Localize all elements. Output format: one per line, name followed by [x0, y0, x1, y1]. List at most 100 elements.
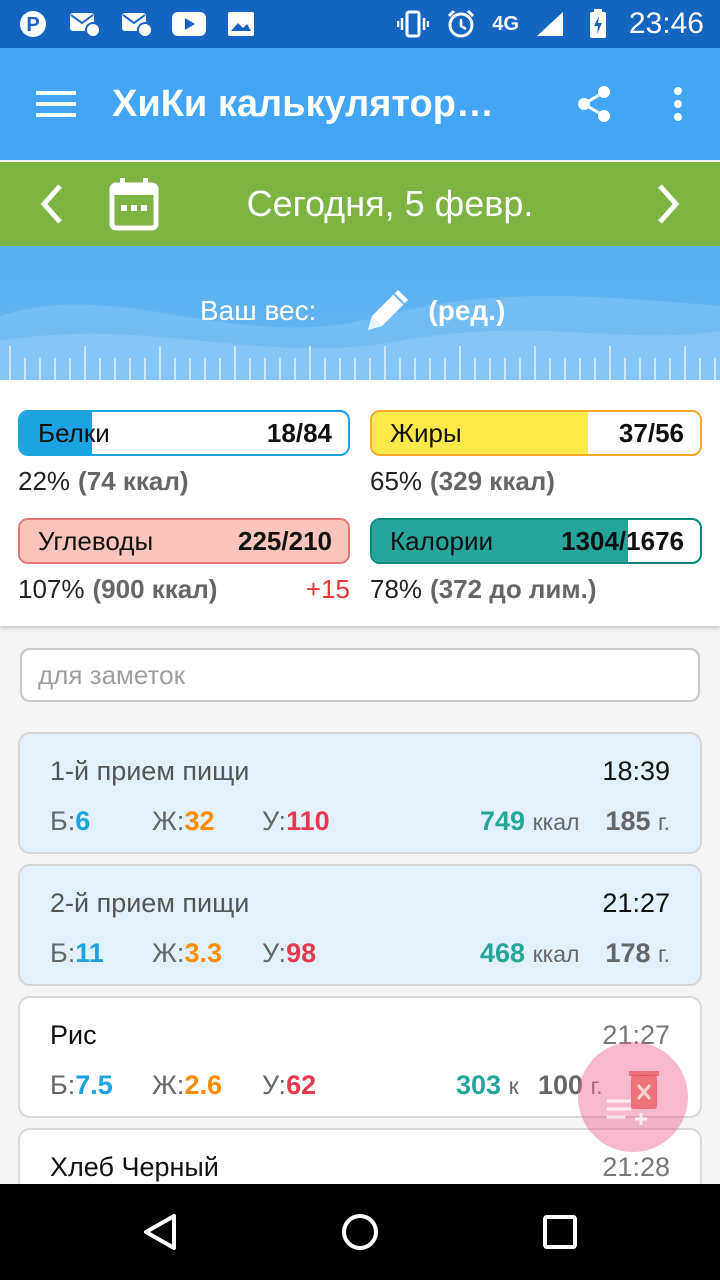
carbs-value: 225/210	[238, 526, 332, 556]
fat-label: Жиры	[390, 418, 462, 448]
carbs-label: Углеводы	[38, 526, 154, 556]
carbs-label: У:	[262, 1070, 287, 1100]
kcal-unit: ккал	[532, 809, 580, 835]
carbs-percent: 107%	[18, 574, 85, 604]
recents-button[interactable]	[520, 1192, 600, 1272]
carbs-label: У:	[262, 938, 287, 968]
protein-percent: 22%	[18, 466, 71, 496]
meal-title: 1-й прием пищи	[50, 756, 250, 786]
meal-time: 21:27	[602, 888, 670, 918]
meal-title: 2-й прием пищи	[50, 888, 250, 918]
battery-charging-icon	[581, 9, 615, 38]
system-nav-bar	[0, 1184, 720, 1280]
fat-amount: 32	[184, 806, 215, 836]
recents-icon	[543, 1215, 577, 1249]
food-time: 21:28	[602, 1152, 670, 1182]
share-button[interactable]	[552, 48, 636, 160]
calendar-icon	[109, 178, 159, 231]
grams-unit: г.	[658, 941, 670, 967]
carbs-kcal: (900 ккал)	[92, 574, 218, 604]
carbs-amount: 62	[286, 1070, 317, 1100]
menu-icon	[36, 91, 76, 117]
home-button[interactable]	[320, 1192, 400, 1272]
protein-value: 18/84	[266, 418, 332, 448]
calories-value: 1304/1676	[561, 526, 684, 556]
carbs-over-amount: +15	[305, 574, 350, 604]
macros-summary: Белки 18/84 22% (74 ккал) Жиры 37/56 65%…	[0, 380, 720, 626]
pencil-icon	[368, 290, 409, 330]
notes-input[interactable]	[20, 648, 700, 702]
home-icon	[342, 1214, 378, 1250]
previous-day-button[interactable]	[0, 162, 104, 246]
app-title: ХиКи калькулятор…	[112, 82, 494, 125]
fat-label: Ж:	[152, 1070, 185, 1100]
fat-amount: 3.3	[184, 938, 222, 968]
kcal-unit: ккал	[532, 941, 580, 967]
meal-nutrients: Б:11 Ж:3.3 У:98 468 ккал 178 г.	[50, 938, 670, 972]
meal-card[interactable]: 1-й прием пищи 18:39 Б:6 Ж:32 У:110 749 …	[18, 732, 702, 854]
grams-amount: 100	[538, 1070, 584, 1100]
kcal-amount: 468	[480, 938, 526, 968]
svg-text:P: P	[26, 14, 39, 36]
protein-macro[interactable]: Белки 18/84 22% (74 ккал)	[18, 410, 350, 497]
weight-panel: Ваш вес: (ред.)	[0, 246, 720, 380]
share-icon	[578, 86, 610, 122]
grams-amount: 185	[605, 806, 651, 836]
protein-label: Б:	[50, 806, 76, 836]
weight-row[interactable]: Ваш вес: (ред.)	[200, 284, 505, 338]
grams-unit: г.	[658, 809, 670, 835]
food-nutrients: Б:7.5 Ж:2.6 У:62 303 к 100 г.	[50, 1070, 670, 1104]
fat-label: Ж:	[152, 938, 185, 968]
protein-kcal: (74 ккал)	[78, 466, 189, 496]
app-bar: ХиКи калькулятор…	[0, 48, 720, 160]
notes-section	[0, 626, 720, 718]
carbs-amount: 98	[286, 938, 317, 968]
clear-list-icon	[607, 1071, 659, 1125]
back-icon	[144, 1214, 176, 1250]
meal-card[interactable]: 2-й прием пищи 21:27 Б:11 Ж:3.3 У:98 468…	[18, 864, 702, 986]
protein-progress-bar: Белки 18/84	[18, 410, 350, 456]
weight-edit-link[interactable]: (ред.)	[428, 295, 505, 327]
vk-mail-icon	[120, 10, 154, 38]
menu-button[interactable]	[0, 48, 112, 160]
meal-nutrients: Б:6 Ж:32 У:110 749 ккал 185 г.	[50, 806, 670, 840]
overflow-menu-button[interactable]	[636, 48, 720, 160]
alarm-icon	[444, 9, 478, 38]
carbs-macro[interactable]: Углеводы 225/210 107% (900 ккал) +15	[18, 518, 350, 605]
next-day-button[interactable]	[616, 162, 720, 246]
meal-time: 18:39	[602, 756, 670, 786]
image-icon	[224, 10, 258, 38]
protein-label: Б:	[50, 1070, 76, 1100]
calories-progress-bar: Калории 1304/1676	[370, 518, 702, 564]
fat-value: 37/56	[618, 418, 684, 448]
kcal-unit: к	[508, 1073, 519, 1099]
calories-macro[interactable]: Калории 1304/1676 78% (372 до лим.)	[370, 518, 702, 605]
network-type: 4G	[492, 12, 519, 35]
fat-progress-bar: Жиры 37/56	[370, 410, 702, 456]
protein-amount: 6	[75, 806, 91, 836]
protein-label: Б:	[50, 938, 76, 968]
fat-percent: 65%	[370, 466, 423, 496]
fat-label: Ж:	[152, 806, 185, 836]
carbs-amount: 110	[286, 806, 330, 836]
kcal-amount: 749	[480, 806, 526, 836]
weight-label: Ваш вес:	[200, 295, 317, 326]
current-date[interactable]: Сегодня, 5 февр.	[164, 183, 616, 225]
carbs-label: У:	[262, 806, 287, 836]
protein-label: Белки	[38, 418, 110, 448]
status-bar: P 4G 23:46	[0, 0, 720, 48]
chevron-left-icon	[40, 184, 62, 224]
fat-amount: 2.6	[184, 1070, 222, 1100]
pinterest-icon: P	[16, 10, 50, 38]
protein-amount: 7.5	[75, 1070, 113, 1100]
clear-list-button[interactable]	[578, 1042, 688, 1152]
signal-icon	[533, 10, 567, 38]
fat-macro[interactable]: Жиры 37/56 65% (329 ккал)	[370, 410, 702, 497]
vibrate-icon	[396, 10, 430, 38]
calendar-button[interactable]	[104, 162, 164, 246]
more-vert-icon	[674, 87, 682, 121]
carbs-progress-bar: Углеводы 225/210	[18, 518, 350, 564]
vk-mail-icon	[68, 10, 102, 38]
back-button[interactable]	[120, 1192, 200, 1272]
calories-remaining: (372 до лим.)	[430, 574, 597, 604]
